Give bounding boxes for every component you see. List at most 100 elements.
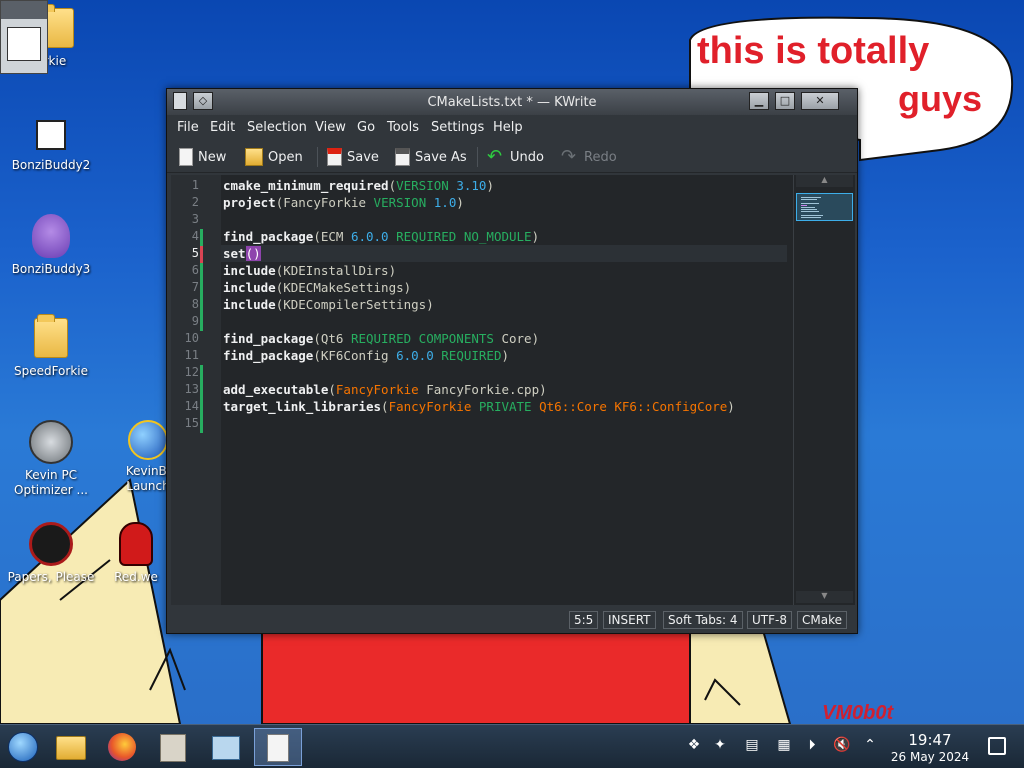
desktop-icon-red[interactable]: Red.we xyxy=(103,522,169,585)
menu-file[interactable]: File xyxy=(177,120,199,135)
line-number: 8 xyxy=(191,297,199,311)
indentation-setting[interactable]: Soft Tabs: 4 xyxy=(663,611,743,629)
code-line: cmake_minimum_required(VERSION 3.10) xyxy=(223,178,494,193)
bubble-text-2: guys xyxy=(898,78,983,119)
desktop-icon-label: Kevin PC Optimizer ... xyxy=(14,468,88,497)
code-token: REQUIRED xyxy=(441,348,502,363)
text-editor-icon xyxy=(267,734,289,762)
undo-button[interactable]: ↶ Undo xyxy=(487,146,544,168)
code-token: include xyxy=(223,263,276,278)
modified-line-marker xyxy=(200,246,203,263)
desktop-icon-bonzibuddy2[interactable]: BonziBuddy2 xyxy=(3,120,99,173)
mini-window[interactable] xyxy=(0,0,48,74)
code-line: find_package(KF6Config 6.0.0 REQUIRED) xyxy=(223,348,510,363)
line-number: 6 xyxy=(191,263,199,277)
save-as-label: Save As xyxy=(415,149,467,165)
chevron-up-icon[interactable]: ⌃ xyxy=(860,737,880,757)
modified-line-marker xyxy=(200,263,203,331)
show-desktop-button[interactable] xyxy=(988,737,1006,755)
desktop-icon-speedforkie[interactable]: SpeedForkie xyxy=(3,314,99,379)
menu-edit[interactable]: Edit xyxy=(210,120,235,135)
save-as-button[interactable]: Save As xyxy=(395,146,467,168)
menu-tools[interactable]: Tools xyxy=(387,120,419,135)
line-number: 7 xyxy=(191,280,199,294)
code-area[interactable]: cmake_minimum_required(VERSION 3.10) pro… xyxy=(223,175,789,605)
minimap-viewport[interactable] xyxy=(796,193,853,221)
code-token: KF6Config xyxy=(320,348,389,363)
menu-view[interactable]: View xyxy=(315,120,346,135)
notes-icon[interactable]: ▤ xyxy=(742,737,762,757)
open-label: Open xyxy=(268,149,303,165)
cursor-position[interactable]: 5:5 xyxy=(569,611,599,629)
code-token: include xyxy=(223,280,276,295)
line-number: 14 xyxy=(184,399,199,413)
save-button[interactable]: Save xyxy=(327,146,379,168)
start-button[interactable] xyxy=(2,728,46,766)
code-token: KDECMakeSettings xyxy=(283,280,404,295)
folder-icon xyxy=(34,314,68,358)
minimap[interactable]: ▲ ▼ xyxy=(793,175,855,605)
taskbar-kwrite[interactable] xyxy=(254,728,302,766)
code-token: FancyForkie xyxy=(335,382,419,397)
code-token: FancyForkie xyxy=(388,399,472,414)
close-button[interactable]: ✕ xyxy=(801,92,839,110)
desktop-icon-label: Red.we xyxy=(114,570,158,584)
open-folder-icon xyxy=(245,148,263,166)
statusbar: 5:5 INSERT Soft Tabs: 4 UTF-8 CMake xyxy=(167,609,857,633)
menu-help[interactable]: Help xyxy=(493,120,523,135)
input-mode[interactable]: INSERT xyxy=(603,611,656,629)
redo-button[interactable]: ↷ Redo xyxy=(561,146,617,168)
modified-line-marker xyxy=(200,229,203,246)
toolbar-separator xyxy=(317,147,318,167)
code-token: set xyxy=(223,246,246,261)
new-button[interactable]: New xyxy=(179,146,226,168)
open-button[interactable]: Open xyxy=(245,146,303,168)
taskbar-store[interactable] xyxy=(204,728,248,766)
menu-go[interactable]: Go xyxy=(357,120,375,135)
code-token: VERSION xyxy=(373,195,427,210)
clipboard-icon[interactable]: ▦ xyxy=(774,737,794,757)
code-token: REQUIRED COMPONENTS xyxy=(350,331,494,346)
code-token: FancyForkie.cpp xyxy=(426,382,540,397)
desktop-icon-bonzibuddy3[interactable]: BonziBuddy3 xyxy=(3,214,99,277)
menu-selection[interactable]: Selection xyxy=(247,120,307,135)
code-line: target_link_libraries(FancyForkie PRIVAT… xyxy=(223,399,735,414)
code-token: Core xyxy=(501,331,532,346)
volume-muted-icon[interactable]: 🔇 xyxy=(832,737,852,757)
tray-app-icon[interactable]: ✦ xyxy=(710,737,730,757)
scroll-down-arrow[interactable]: ▼ xyxy=(796,591,853,603)
clock-date: 26 May 2024 xyxy=(890,750,970,764)
window-titlebar[interactable]: ◇ CMakeLists.txt * — KWrite ▁ □ ✕ xyxy=(167,89,857,115)
menubar: File Edit Selection View Go Tools Settin… xyxy=(167,115,857,141)
archive-icon xyxy=(160,734,186,762)
code-token: target_link_libraries xyxy=(223,399,382,414)
crewmate-icon xyxy=(119,522,153,566)
purple-gorilla-icon xyxy=(32,214,70,258)
taskbar-file-manager[interactable] xyxy=(48,728,92,766)
encoding[interactable]: UTF-8 xyxy=(747,611,792,629)
code-token: Qt6::Core KF6::ConfigCore xyxy=(539,399,728,414)
text-editor[interactable]: 1 2 3 4 5 6 7 8 9 10 11 12 13 14 15 cmak… xyxy=(171,175,855,605)
desktop-icon-label: Papers, Please xyxy=(7,570,95,584)
network-icon[interactable]: ❖ xyxy=(684,737,704,757)
code-token: project xyxy=(223,195,276,210)
line-number-gutter: 1 2 3 4 5 6 7 8 9 10 11 12 13 14 15 xyxy=(171,175,221,605)
scroll-up-arrow[interactable]: ▲ xyxy=(796,175,853,187)
menu-settings[interactable]: Settings xyxy=(431,120,484,135)
minimize-button[interactable]: ▁ xyxy=(749,92,769,110)
media-player-icon[interactable]: ⏵ xyxy=(802,737,822,757)
code-token: include xyxy=(223,297,276,312)
desktop-icon-papers-please[interactable]: Papers, Please xyxy=(3,522,99,585)
taskbar-firefox[interactable] xyxy=(100,728,144,766)
folder-icon xyxy=(56,736,86,760)
code-line: include(KDECompilerSettings) xyxy=(223,297,434,312)
maximize-button[interactable]: □ xyxy=(775,92,795,110)
desktop-icon-kevin-optimizer[interactable]: Kevin PC Optimizer ... xyxy=(3,420,99,498)
firefox-icon xyxy=(108,733,136,761)
taskbar-archive[interactable] xyxy=(152,728,196,766)
syntax-mode[interactable]: CMake xyxy=(797,611,847,629)
save-as-icon xyxy=(395,148,410,166)
code-token: 3.10 xyxy=(456,178,487,193)
clock[interactable]: 19:47 26 May 2024 xyxy=(880,731,980,765)
bubble-text-1: this is totally xyxy=(697,30,930,72)
